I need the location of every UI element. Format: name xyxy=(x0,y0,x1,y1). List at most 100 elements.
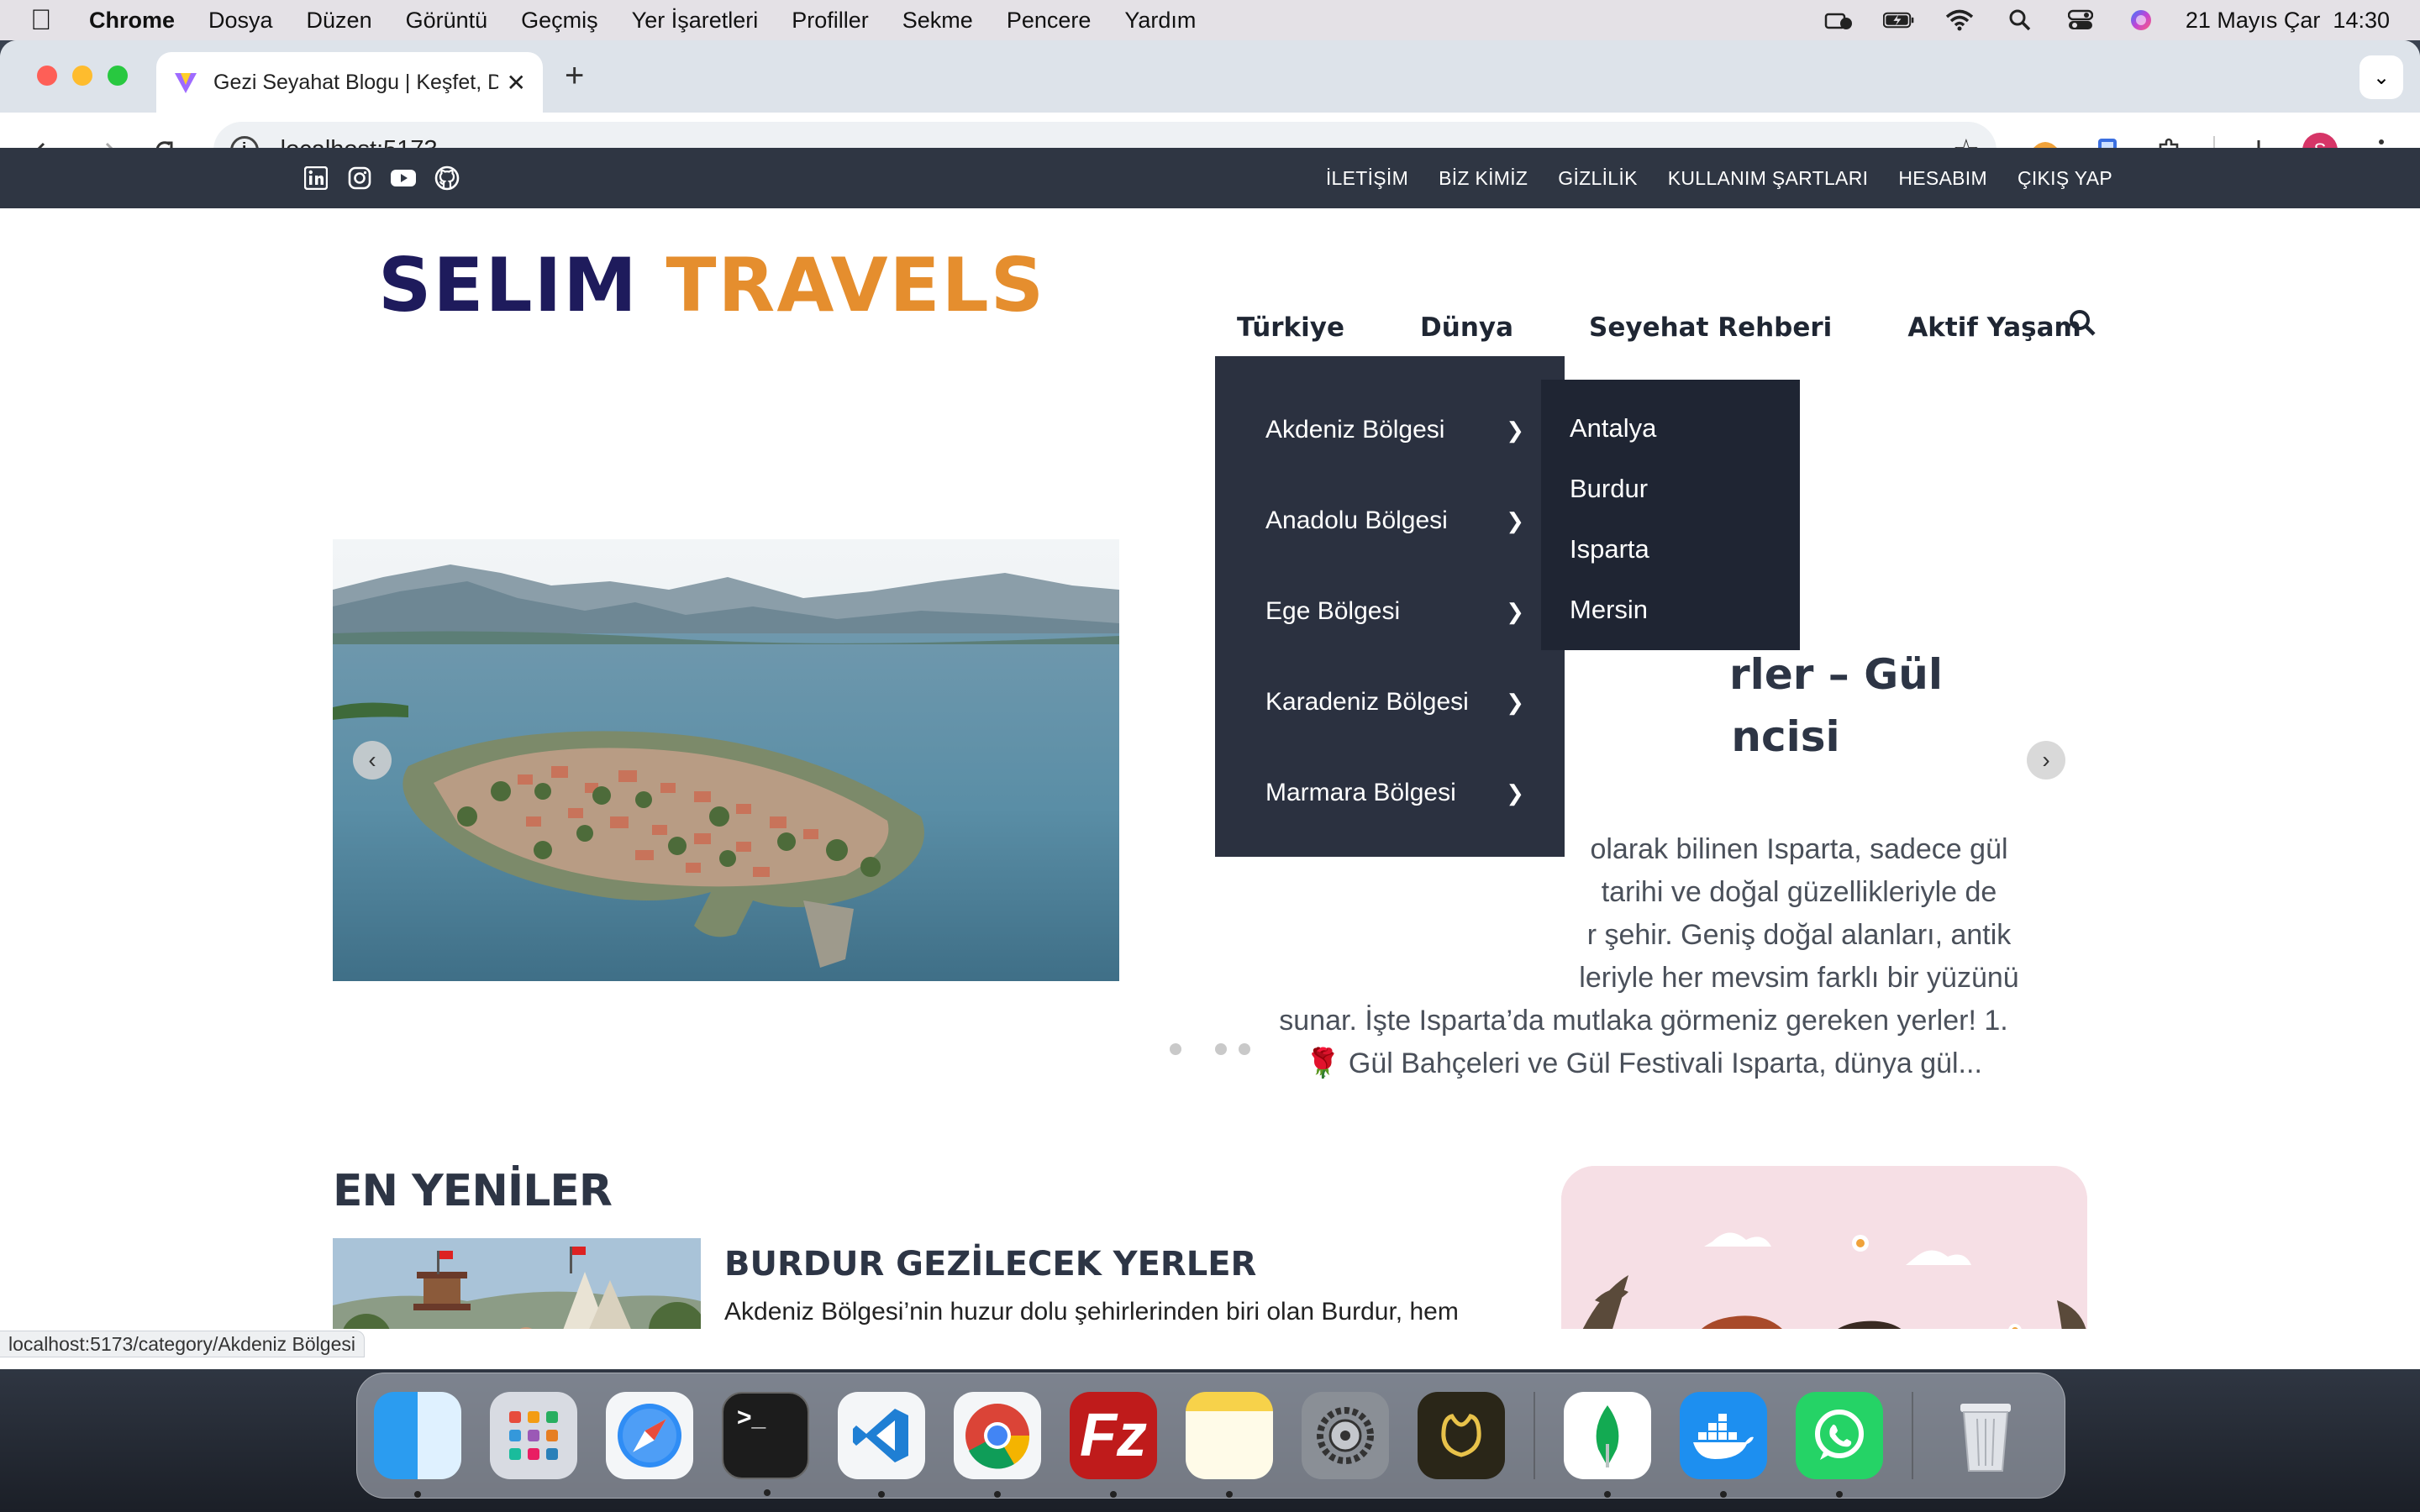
terminal-icon[interactable]: >_ xyxy=(722,1392,809,1496)
nav-seyahat-rehberi[interactable]: Seyehat Rehberi xyxy=(1589,312,1832,343)
siri-icon[interactable] xyxy=(2125,9,2157,31)
hero-excerpt: olarak bilinen Isparta, sadece gül tarih… xyxy=(1240,828,2047,1085)
finder-icon[interactable] xyxy=(374,1392,461,1498)
menu-history[interactable]: Geçmiş xyxy=(521,8,598,34)
menu-file[interactable]: Dosya xyxy=(208,8,273,34)
navicat-icon[interactable] xyxy=(1418,1392,1505,1479)
menu-view[interactable]: Görüntü xyxy=(406,8,488,34)
mongodb-compass-icon[interactable] xyxy=(1564,1392,1651,1498)
menubar-clock[interactable]: 21 Mayıs Çar 14:30 xyxy=(2186,8,2390,34)
menu-bookmarks[interactable]: Yer İşaretleri xyxy=(632,8,759,34)
whatsapp-icon[interactable] xyxy=(1796,1392,1883,1498)
chevron-right-icon: ❯ xyxy=(1506,780,1524,806)
dropdown-item-anadolu[interactable]: Anadolu Bölgesi ❯ xyxy=(1215,475,1565,566)
link-account[interactable]: HESABIM xyxy=(1898,167,1987,190)
chevron-right-icon: ❯ xyxy=(1506,507,1524,533)
latest-post-excerpt: Akdeniz Bölgesi’nin huzur dolu şehirleri… xyxy=(724,1298,1459,1326)
vite-favicon-icon xyxy=(175,73,197,93)
dropdown-item-label: Akdeniz Bölgesi xyxy=(1265,416,1445,444)
link-logout[interactable]: ÇIKIŞ YAP xyxy=(2018,167,2112,190)
chrome-icon[interactable] xyxy=(954,1392,1041,1498)
dropdown-item-label: Anadolu Bölgesi xyxy=(1265,507,1448,534)
submenu-item-burdur[interactable]: Burdur xyxy=(1541,459,1800,519)
filezilla-icon[interactable]: Fz xyxy=(1070,1392,1157,1498)
section-title-latest: EN YENİLER xyxy=(333,1166,613,1216)
dock-separator xyxy=(1534,1392,1535,1479)
minimize-window-button[interactable] xyxy=(72,66,92,86)
slider-dots xyxy=(1170,1043,1250,1055)
dropdown-item-ege[interactable]: Ege Bölgesi ❯ xyxy=(1215,566,1565,657)
link-privacy[interactable]: GİZLİLİK xyxy=(1558,167,1637,190)
menu-app-name[interactable]: Chrome xyxy=(89,8,175,34)
menu-window[interactable]: Pencere xyxy=(1007,8,1092,34)
battery-icon[interactable] xyxy=(1882,9,1915,31)
menu-edit[interactable]: Düzen xyxy=(307,8,372,34)
keyboard-brightness-icon[interactable] xyxy=(1823,9,1854,31)
nav-turkiye[interactable]: Türkiye xyxy=(1237,312,1344,343)
chevron-right-icon: ❯ xyxy=(1506,598,1524,624)
slider-dot[interactable] xyxy=(1215,1043,1227,1055)
dropdown-item-karadeniz[interactable]: Karadeniz Bölgesi ❯ xyxy=(1215,657,1565,748)
control-center-icon[interactable] xyxy=(2065,9,2096,31)
side-promo-card xyxy=(1561,1166,2087,1329)
apple-menu-icon[interactable]:  xyxy=(30,4,71,37)
page-viewport: İLETİŞİM BİZ KİMİZ GİZLİLİK KULLANIM ŞAR… xyxy=(0,148,2420,1329)
tab-close-icon[interactable]: ✕ xyxy=(507,69,526,97)
tab-strip: Gezi Seyahat Blogu | Keşfet, D ✕ + ⌄ xyxy=(0,40,2420,113)
submenu-item-antalya[interactable]: Antalya xyxy=(1541,398,1800,459)
burdur-photo-illustration xyxy=(333,1238,701,1329)
youtube-icon[interactable] xyxy=(390,165,417,192)
active-tab[interactable]: Gezi Seyahat Blogu | Keşfet, D ✕ xyxy=(156,52,543,113)
dropdown-item-akdeniz[interactable]: Akdeniz Bölgesi ❯ xyxy=(1215,385,1565,475)
link-about[interactable]: BİZ KİMİZ xyxy=(1439,167,1528,190)
slider-dot[interactable] xyxy=(1239,1043,1250,1055)
instagram-icon[interactable] xyxy=(346,165,373,192)
dropdown-item-label: Marmara Bölgesi xyxy=(1265,779,1456,806)
hero-excerpt-line: r şehir. Geniş doğal alanları, antik xyxy=(1586,919,2012,951)
window-controls xyxy=(37,66,128,86)
wifi-icon[interactable] xyxy=(1944,9,1975,31)
notes-icon[interactable] xyxy=(1186,1392,1273,1498)
hero-excerpt-line: 🌹 Gül Bahçeleri ve Gül Festivali Isparta… xyxy=(1305,1047,1982,1079)
menu-profiles[interactable]: Profiller xyxy=(792,8,869,34)
dock-separator xyxy=(1912,1392,1913,1479)
link-contact[interactable]: İLETİŞİM xyxy=(1326,167,1408,190)
site-topbar: İLETİŞİM BİZ KİMİZ GİZLİLİK KULLANIM ŞAR… xyxy=(0,148,2420,208)
tab-search-chevron-icon[interactable]: ⌄ xyxy=(2360,55,2403,99)
zoom-window-button[interactable] xyxy=(108,66,128,86)
hero-slide-image[interactable] xyxy=(333,539,1119,981)
trash-icon[interactable] xyxy=(1942,1392,2029,1479)
github-icon[interactable] xyxy=(434,165,460,192)
hero-excerpt-line: sunar. İşte Isparta’da mutlaka görmeniz … xyxy=(1279,1005,2008,1037)
chevron-right-icon: ❯ xyxy=(1506,417,1524,443)
slider-dot[interactable] xyxy=(1170,1043,1181,1055)
submenu-item-isparta[interactable]: Isparta xyxy=(1541,519,1800,580)
link-terms[interactable]: KULLANIM ŞARTLARI xyxy=(1668,167,1869,190)
chevron-right-icon: ❯ xyxy=(1506,689,1524,715)
couple-illustration xyxy=(1561,1166,2087,1329)
dropdown-item-label: Ege Bölgesi xyxy=(1265,597,1401,625)
close-window-button[interactable] xyxy=(37,66,57,86)
safari-icon[interactable] xyxy=(606,1392,693,1479)
search-icon[interactable] xyxy=(2067,307,2097,338)
slider-prev-button[interactable]: ‹ xyxy=(353,741,392,780)
nav-aktif-yasam[interactable]: Aktif Yaşam xyxy=(1907,312,2081,343)
menu-help[interactable]: Yardım xyxy=(1124,8,1196,34)
launchpad-icon[interactable] xyxy=(490,1392,577,1479)
nav-dunya[interactable]: Dünya xyxy=(1420,312,1513,343)
menu-tab[interactable]: Sekme xyxy=(902,8,973,34)
docker-icon[interactable] xyxy=(1680,1392,1767,1498)
new-tab-button[interactable]: + xyxy=(565,57,584,95)
linkedin-icon[interactable] xyxy=(302,165,329,192)
vscode-icon[interactable] xyxy=(838,1392,925,1498)
system-settings-icon[interactable] xyxy=(1302,1392,1389,1479)
latest-post-image[interactable] xyxy=(333,1238,701,1329)
submenu-item-mersin[interactable]: Mersin xyxy=(1541,580,1800,640)
latest-post-title[interactable]: BURDUR GEZİLECEK YERLER xyxy=(724,1245,1256,1284)
tab-title: Gezi Seyahat Blogu | Keşfet, D xyxy=(213,70,498,94)
site-logo[interactable]: SELIM TRAVELS xyxy=(378,242,1045,328)
dropdown-item-marmara[interactable]: Marmara Bölgesi ❯ xyxy=(1215,748,1565,838)
spotlight-search-icon[interactable] xyxy=(2004,9,2036,31)
topbar-links: İLETİŞİM BİZ KİMİZ GİZLİLİK KULLANIM ŞAR… xyxy=(1326,148,2112,208)
lake-island-illustration xyxy=(333,539,1119,981)
